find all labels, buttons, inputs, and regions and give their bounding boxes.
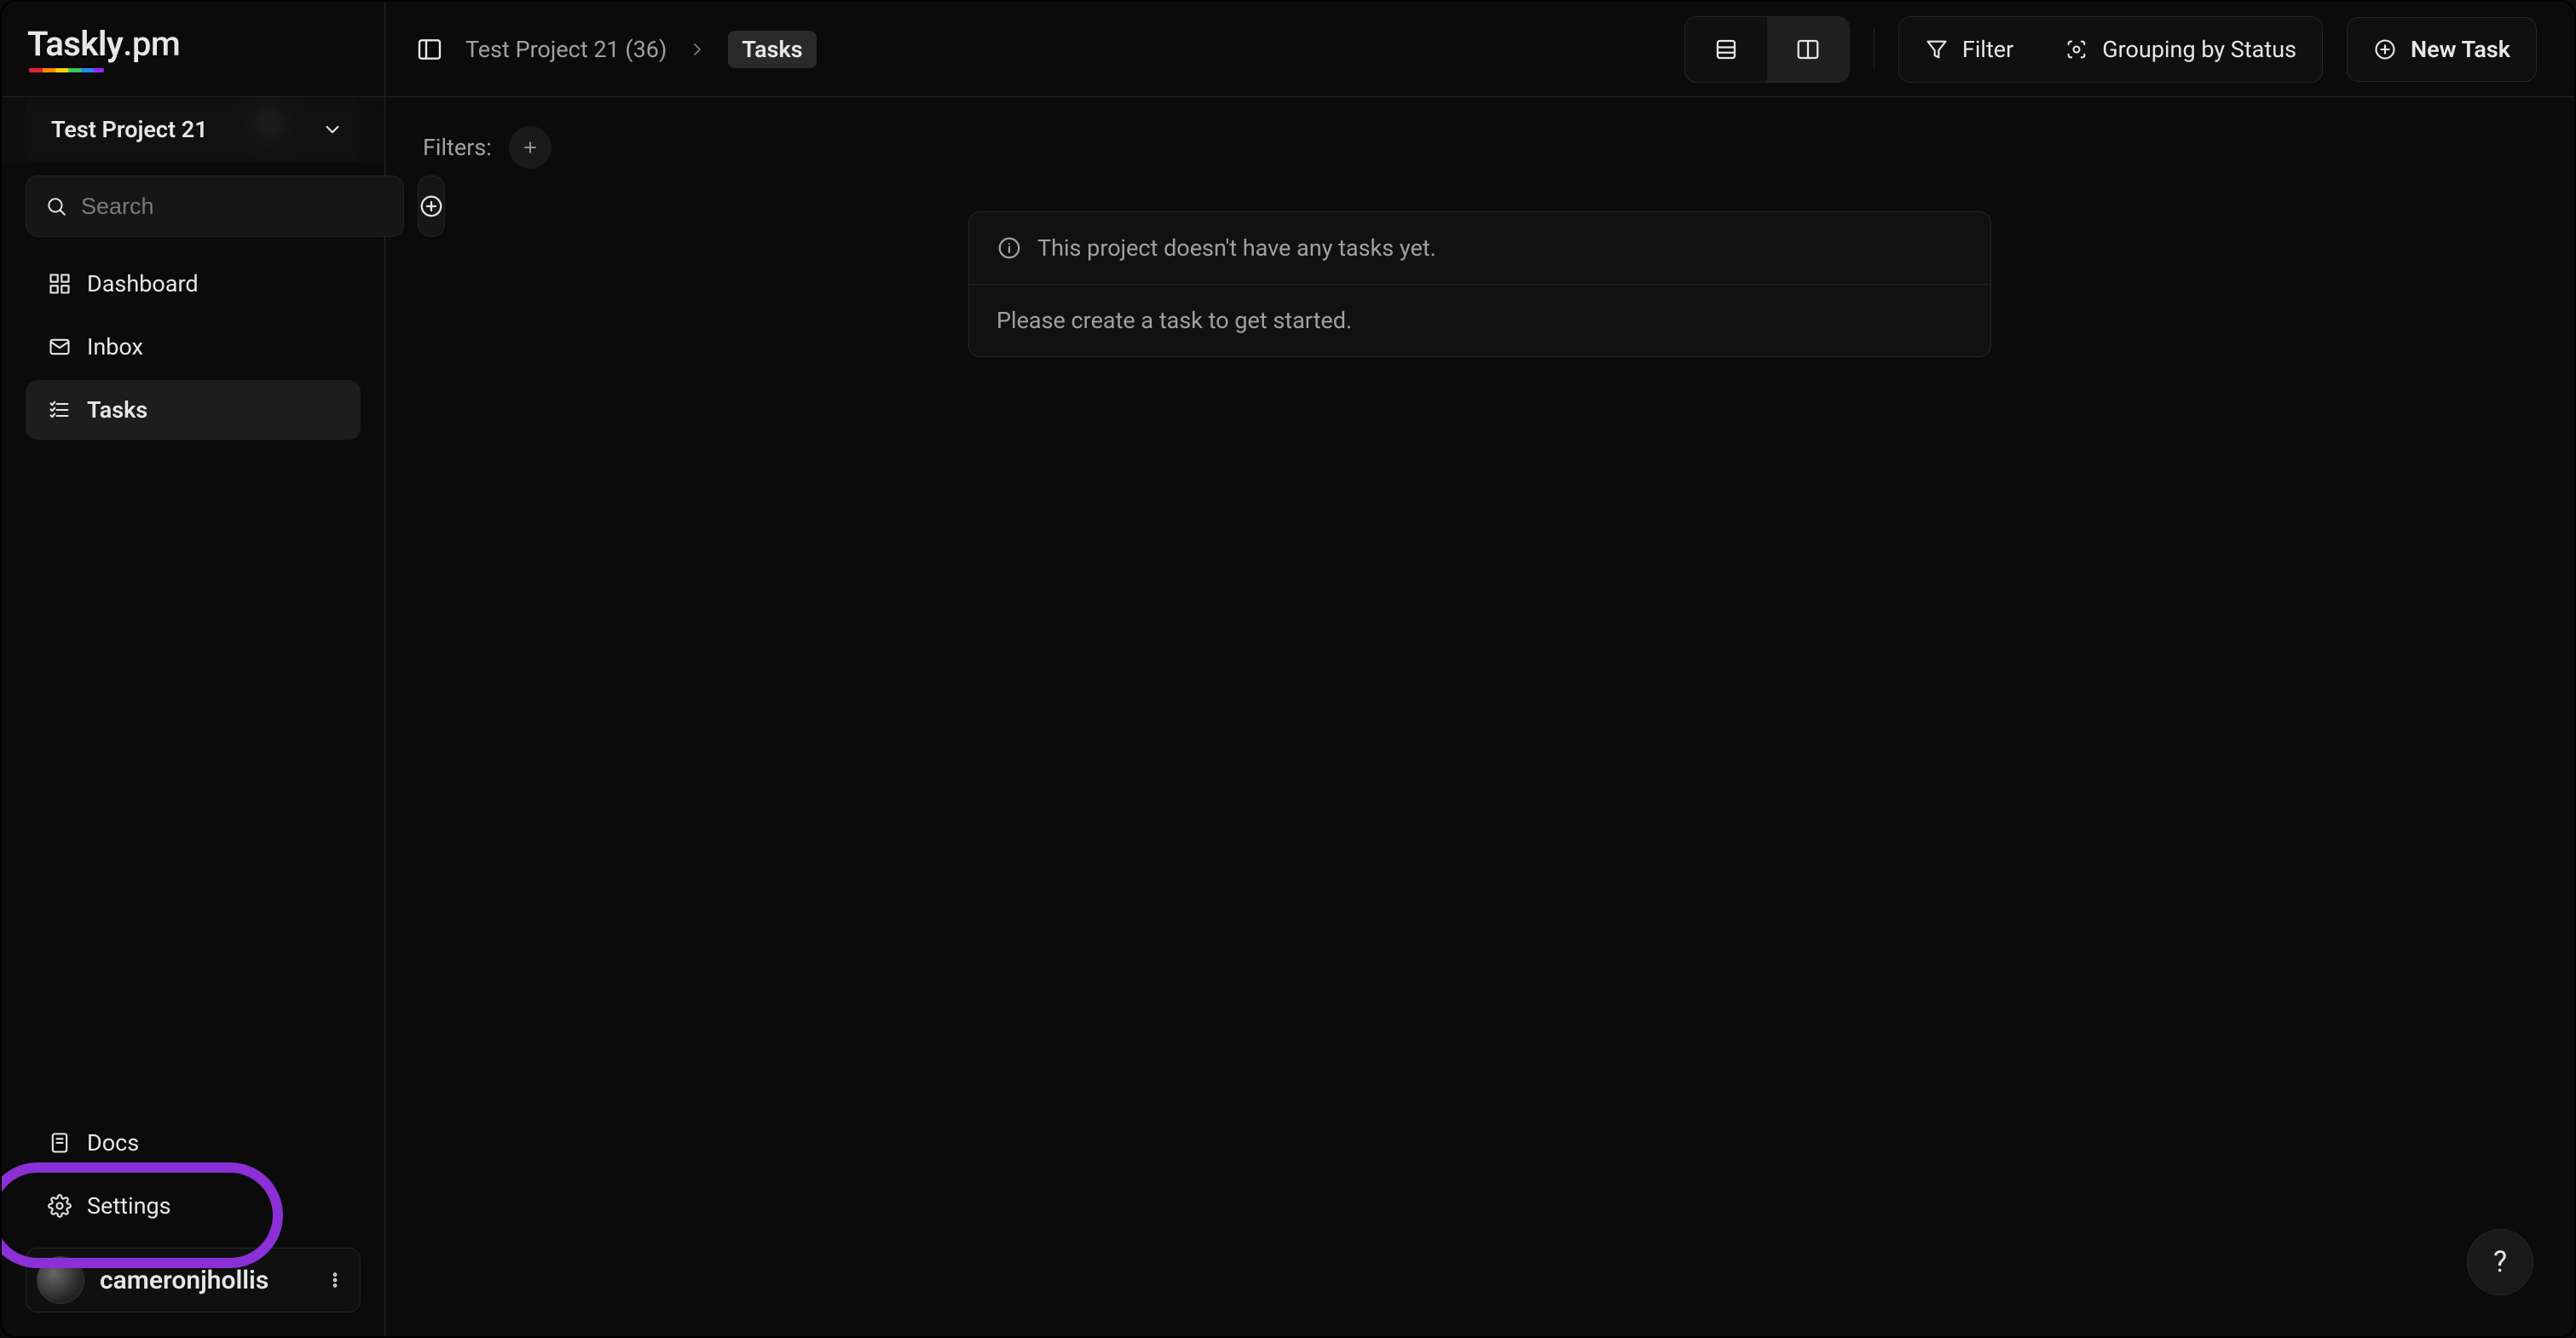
sidebar-item-label: Inbox [87,333,143,360]
breadcrumb-current: Tasks [728,31,816,68]
plus-icon [520,137,540,158]
view-toggle [1684,16,1850,83]
grid-icon [48,272,72,296]
panel-left-icon [416,36,443,63]
sidebar-nav: Dashboard Inbox Tasks [2,254,384,440]
more-vertical-icon [326,1271,344,1289]
breadcrumb-project[interactable]: Test Project 21 (36) [465,36,667,63]
columns-icon [1795,37,1821,62]
filter-group: Filter Grouping by Status [1898,16,2323,83]
list-check-icon [48,398,72,422]
search-input[interactable] [79,193,384,221]
main: Test Project 21 (36) Tasks [385,2,2574,1336]
filter-button[interactable]: Filter [1899,17,2039,82]
view-board-button[interactable] [1767,17,1849,82]
add-filter-button[interactable] [509,126,552,169]
sidebar-item-tasks[interactable]: Tasks [26,380,361,440]
grouping-button-label: Grouping by Status [2102,36,2296,63]
project-switcher-label: Test Project 21 [51,116,208,143]
sidebar-item-label: Docs [87,1129,139,1156]
sidebar-item-settings[interactable]: Settings [26,1176,361,1236]
user-name: cameronjhollis [100,1266,310,1295]
search-box[interactable] [26,176,404,237]
sidebar-item-label: Settings [87,1192,171,1220]
sidebar-item-docs[interactable]: Docs [26,1113,361,1173]
sidebar-item-dashboard[interactable]: Dashboard [26,254,361,314]
grouping-button[interactable]: Grouping by Status [2039,17,2322,82]
sidebar-item-inbox[interactable]: Inbox [26,317,361,377]
brand-logo: Taskly.pm [27,24,180,74]
new-task-button[interactable]: New Task [2347,17,2537,82]
plus-circle-icon [2373,37,2397,61]
book-icon [48,1131,72,1155]
brand-name: Taskly [27,24,123,64]
help-icon-label: ? [2493,1245,2507,1279]
brand-row: Taskly.pm [2,2,384,97]
project-switcher[interactable]: Test Project 21 [26,97,361,162]
toggle-sidebar-button[interactable] [409,29,450,70]
mail-icon [48,335,72,359]
sidebar-bottom: Docs Settings cameronjhollis [2,1113,384,1336]
grouping-icon [2065,37,2088,61]
list-icon [1713,37,1739,62]
sidebar-item-label: Tasks [87,396,147,424]
filter-icon [1925,37,1949,61]
info-icon [996,235,1022,261]
filter-button-label: Filter [1962,36,2013,63]
search-icon [45,195,67,217]
filters-row: Filters: [423,126,2537,169]
sidebar-item-label: Dashboard [87,270,199,297]
new-task-button-label: New Task [2411,36,2510,63]
chevron-down-icon [321,118,344,141]
empty-state-title: This project doesn't have any tasks yet. [1037,234,1436,262]
empty-state-card: This project doesn't have any tasks yet.… [968,211,1991,357]
sidebar: Taskly.pm Test Project 21 [2,2,385,1336]
chevron-right-icon [687,39,708,60]
avatar [37,1256,84,1304]
user-menu[interactable]: cameronjhollis [26,1248,361,1312]
help-button[interactable]: ? [2467,1229,2533,1295]
view-list-button[interactable] [1685,17,1767,82]
add-button[interactable] [418,176,445,237]
filters-label: Filters: [423,134,492,161]
brand-suffix: .pm [123,24,180,64]
header: Test Project 21 (36) Tasks [385,2,2574,97]
content: Filters: This project doesn't have any t… [385,97,2574,386]
gear-icon [48,1194,72,1218]
plus-circle-icon [419,193,444,219]
empty-state-subtitle: Please create a task to get started. [996,307,1352,334]
